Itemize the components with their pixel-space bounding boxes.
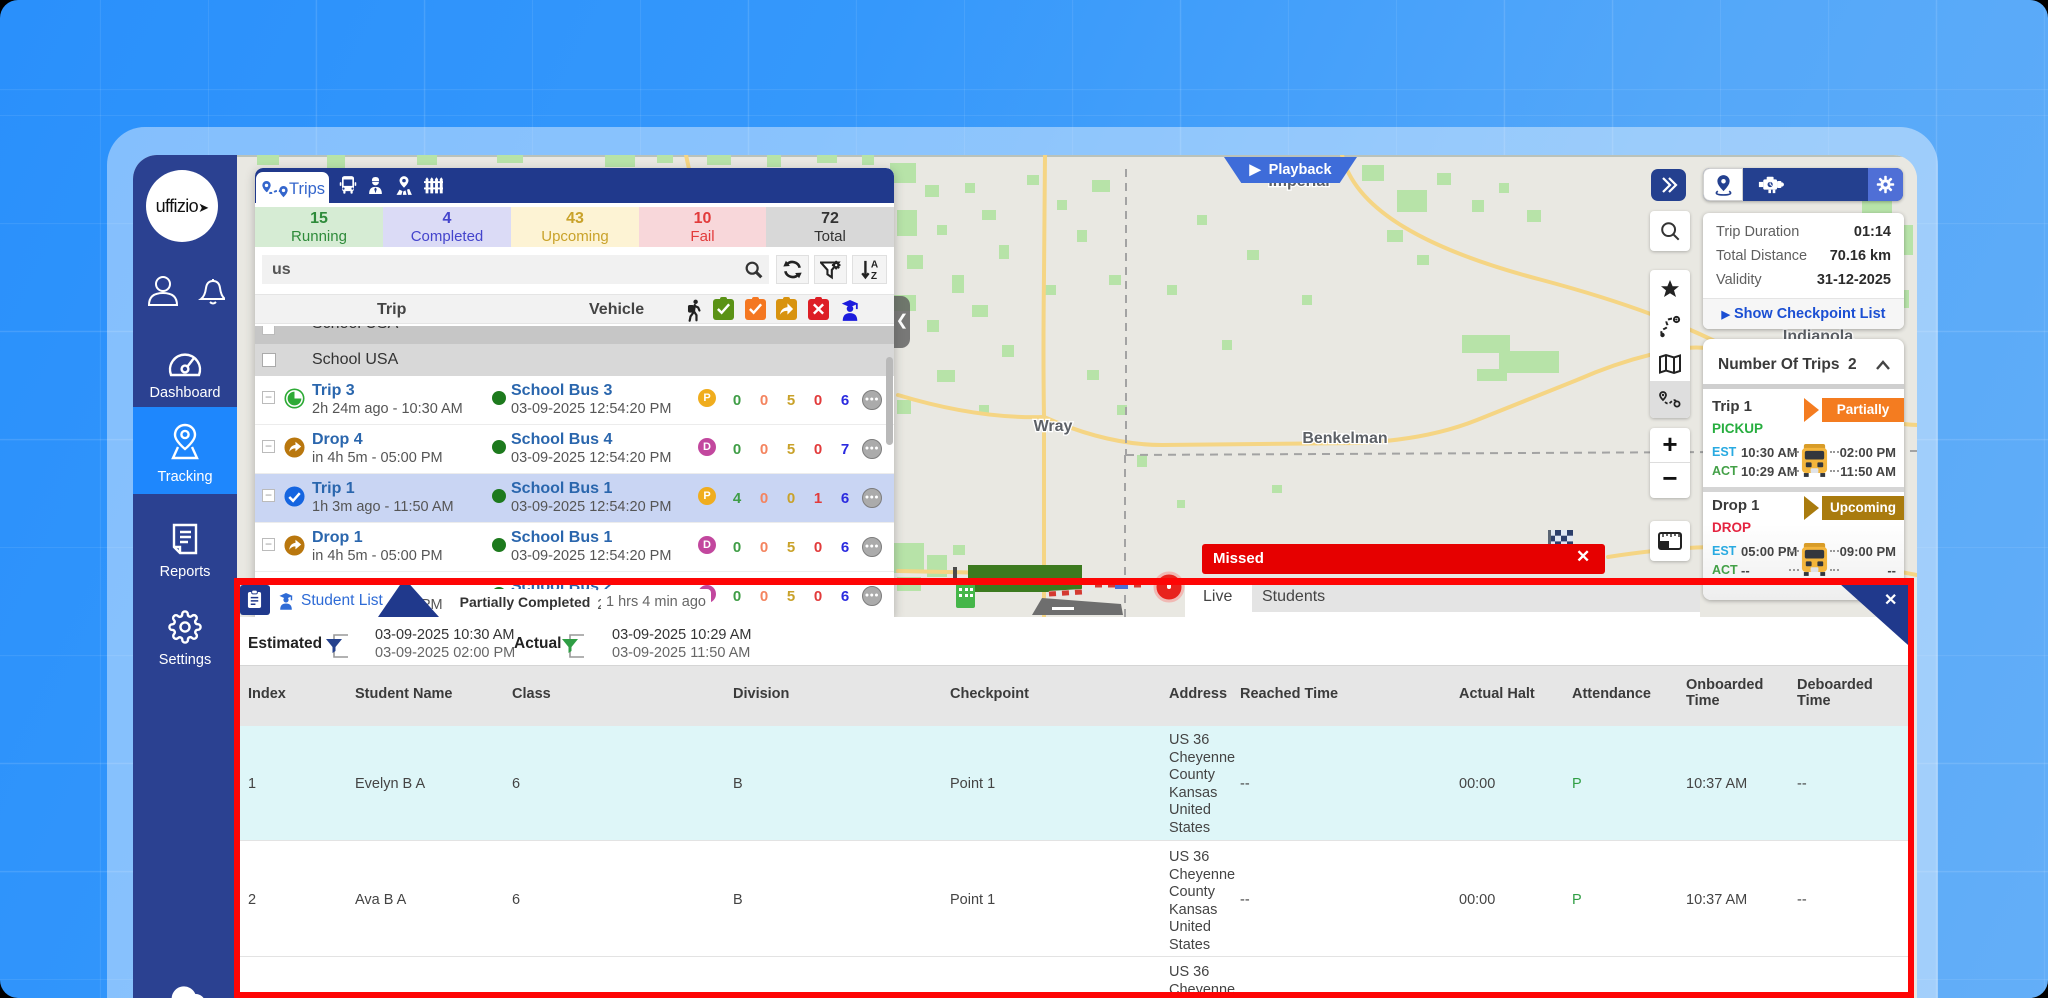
svg-text:Z: Z xyxy=(870,271,876,281)
svg-text:Benkelman: Benkelman xyxy=(1302,430,1387,447)
svg-text:A: A xyxy=(870,260,878,271)
svg-text:Wray: Wray xyxy=(1034,418,1073,435)
